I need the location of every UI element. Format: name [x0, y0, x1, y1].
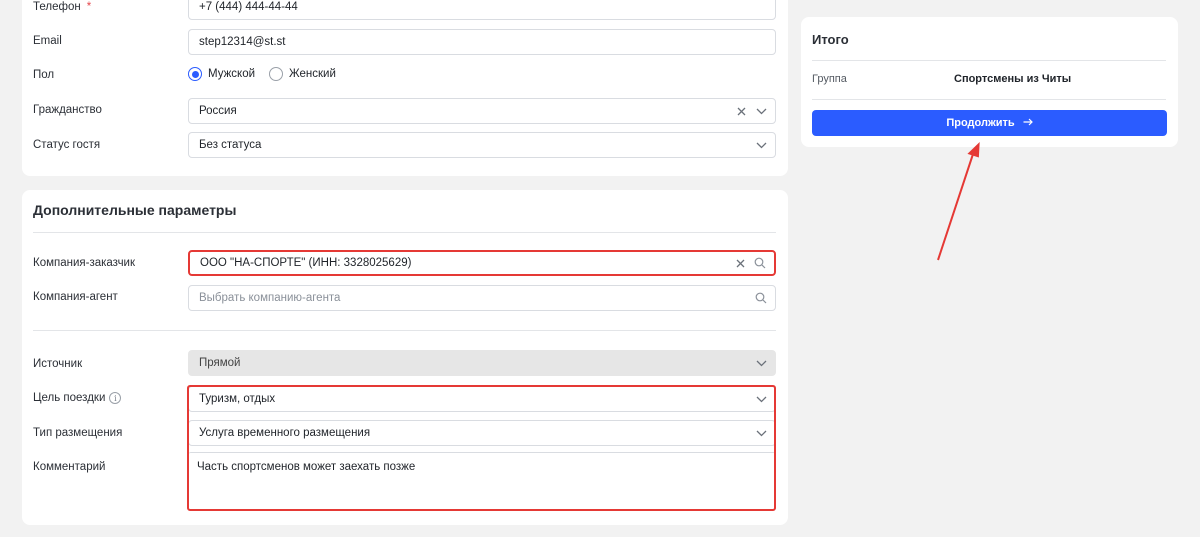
- comment-label: Комментарий: [33, 461, 106, 473]
- trip-purpose-select[interactable]: Туризм, отдых: [188, 386, 776, 412]
- clear-icon[interactable]: [734, 257, 746, 269]
- gender-female-label[interactable]: Женский: [289, 68, 336, 80]
- divider: [33, 232, 776, 233]
- customer-company-field[interactable]: ООО "НА-СПОРТЕ" (ИНН: 3328025629): [188, 250, 776, 276]
- accommodation-type-label: Тип размещения: [33, 427, 123, 439]
- gender-radio-group: Мужской Женский: [188, 67, 344, 81]
- group-value: Спортсмены из Читы: [954, 73, 1072, 85]
- comment-textarea[interactable]: Часть спортсменов может заехать позже: [188, 452, 776, 509]
- chevron-down-icon[interactable]: [755, 139, 767, 151]
- gender-label: Пол: [33, 69, 55, 81]
- search-icon[interactable]: [754, 257, 766, 269]
- group-label: Группа: [812, 73, 847, 85]
- email-label: Email: [33, 35, 62, 47]
- search-icon[interactable]: [755, 292, 767, 304]
- chevron-down-icon[interactable]: [755, 105, 767, 117]
- divider: [33, 330, 776, 331]
- summary-card: Итого Группа Спортсмены из Читы Продолжи…: [801, 17, 1178, 147]
- guest-status-label: Статус гостя: [33, 139, 101, 151]
- gender-male-radio[interactable]: [188, 67, 202, 81]
- divider: [812, 60, 1166, 61]
- chevron-down-icon: [755, 357, 767, 369]
- guest-info-card: Телефон * +7 (444) 444-44-44 Email step12…: [22, 0, 788, 176]
- info-circle-icon[interactable]: i: [109, 392, 122, 404]
- guest-status-select[interactable]: Без статуса: [188, 132, 776, 158]
- extra-params-card: Дополнительные параметры Компания-заказч…: [22, 190, 788, 525]
- divider: [812, 99, 1166, 100]
- phone-label: Телефон *: [33, 1, 92, 13]
- clear-icon[interactable]: [735, 105, 747, 117]
- citizenship-label: Гражданство: [33, 104, 102, 116]
- section-title: Дополнительные параметры: [33, 202, 237, 218]
- source-select: Прямой: [188, 350, 776, 376]
- phone-field[interactable]: +7 (444) 444-44-44: [188, 0, 776, 20]
- gender-female-radio[interactable]: [269, 67, 284, 81]
- arrow-right-icon: [1023, 117, 1033, 129]
- customer-company-label: Компания-заказчик: [33, 257, 136, 269]
- accommodation-type-select[interactable]: Услуга временного размещения: [188, 420, 776, 446]
- chevron-down-icon[interactable]: [755, 427, 767, 439]
- summary-title: Итого: [812, 32, 849, 47]
- required-mark: *: [86, 1, 92, 13]
- citizenship-select[interactable]: Россия: [188, 98, 776, 124]
- email-field[interactable]: step12314@st.st: [188, 29, 776, 55]
- agent-company-label: Компания-агент: [33, 291, 118, 303]
- source-label: Источник: [33, 358, 83, 370]
- gender-male-label[interactable]: Мужской: [208, 68, 255, 80]
- chevron-down-icon[interactable]: [755, 393, 767, 405]
- agent-company-field[interactable]: Выбрать компанию-агента: [188, 285, 776, 311]
- continue-button[interactable]: Продолжить: [812, 110, 1167, 136]
- trip-purpose-label: Цель поездки i: [33, 392, 122, 404]
